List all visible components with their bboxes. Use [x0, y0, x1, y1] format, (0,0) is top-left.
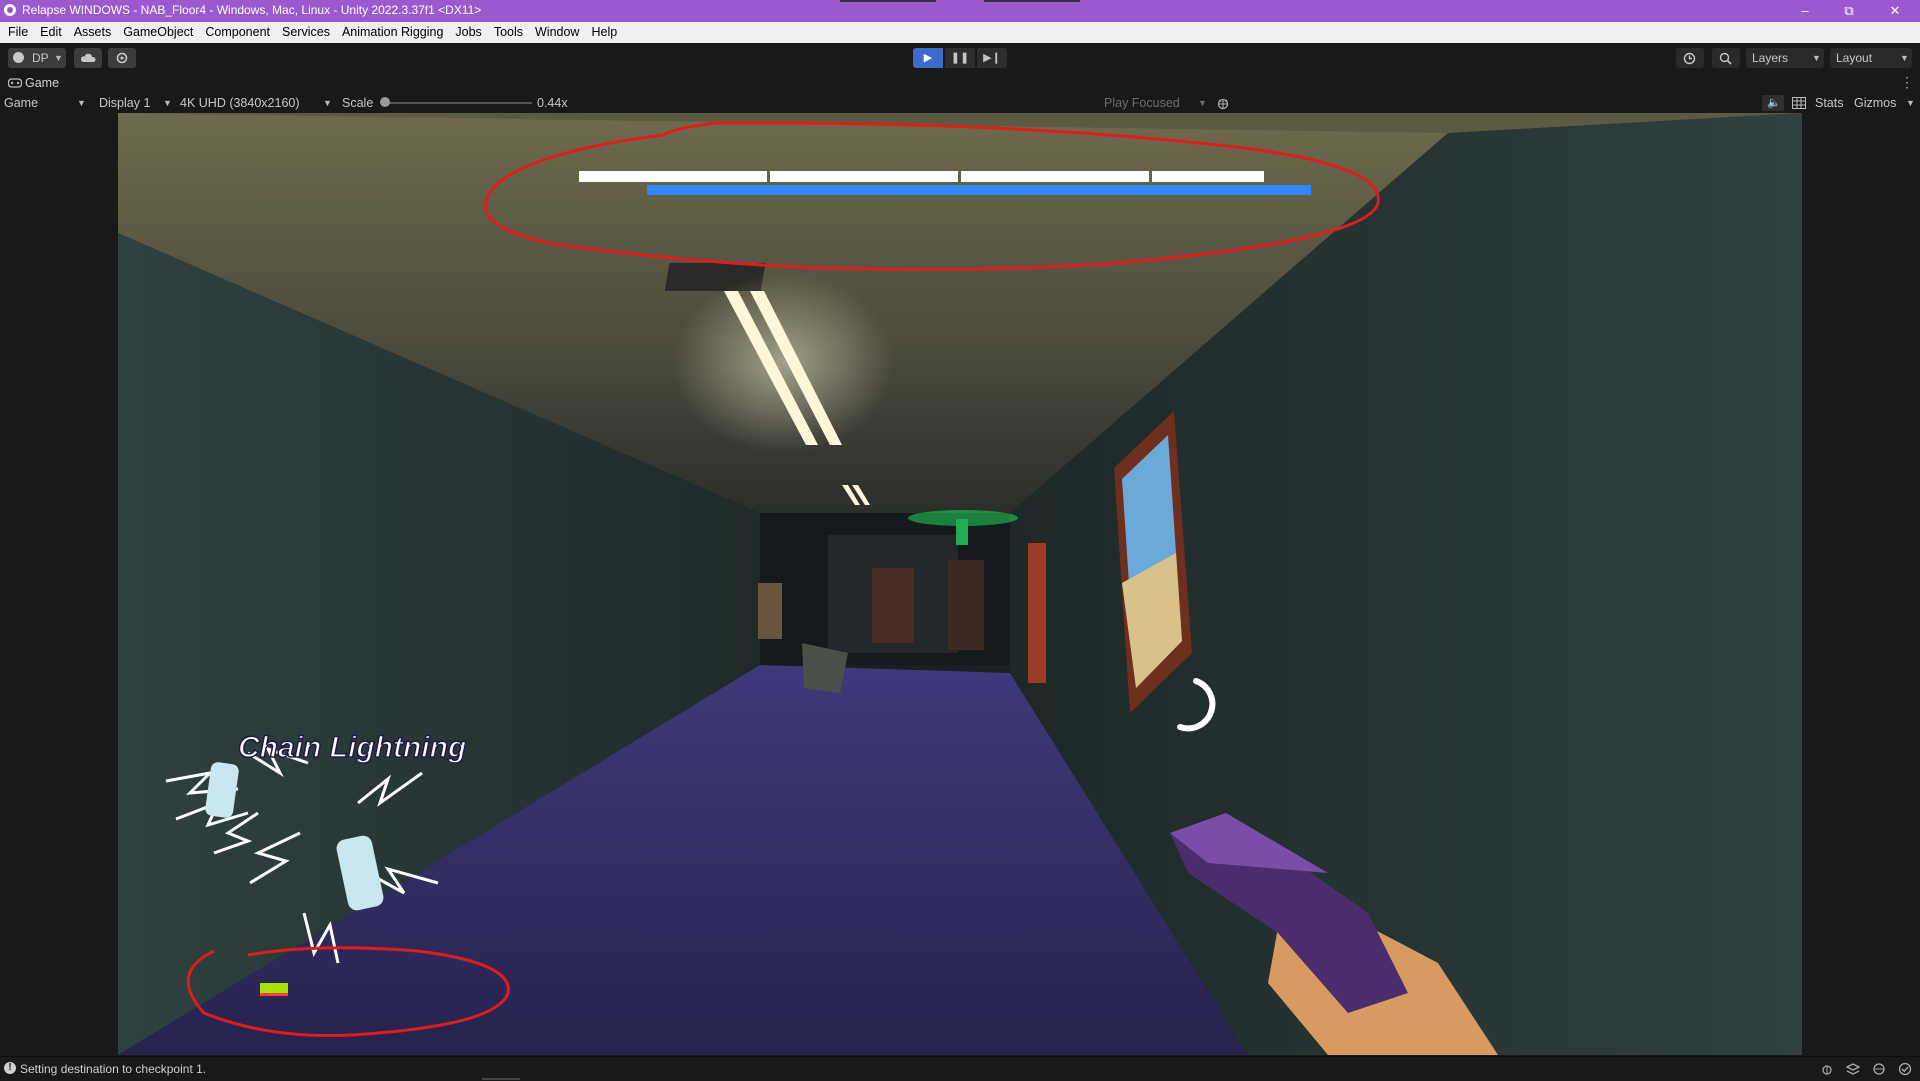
undo-history-button[interactable] [1676, 48, 1704, 68]
check-icon[interactable] [1898, 1062, 1912, 1076]
menu-file[interactable]: File [0, 22, 34, 43]
health-segment [1152, 171, 1264, 182]
menubar: File Edit Assets GameObject Component Service… [0, 22, 1920, 43]
exit-sign [956, 519, 968, 545]
cloud-button[interactable] [74, 48, 102, 68]
chevron-down-icon: ▼ [1812, 53, 1821, 63]
health-segment [579, 171, 767, 182]
menu-services[interactable]: Services [276, 22, 336, 43]
unity-app-icon [4, 4, 16, 16]
window-titlebar[interactable]: Relapse WINDOWS - NAB_Floor4 - Windows, … [0, 0, 1920, 22]
menu-animation-rigging[interactable]: Animation Rigging [336, 22, 449, 43]
collab-button[interactable] [108, 48, 136, 68]
play-mode-label: Play Focused [1104, 96, 1180, 110]
aspect-grid-icon[interactable] [1792, 97, 1806, 109]
tab-game-label: Game [25, 76, 60, 90]
restore-button[interactable]: ⧉ [1826, 0, 1872, 22]
close-icon: ✕ [1889, 3, 1901, 18]
more-options-icon[interactable]: ⋮ [1900, 74, 1914, 91]
bug-icon[interactable] [1216, 96, 1230, 110]
chevron-down-icon: ▼ [1900, 53, 1909, 63]
minimize-icon: – [1801, 3, 1809, 18]
health-segment [961, 171, 1149, 182]
gizmos-button[interactable]: Gizmos [1854, 93, 1896, 113]
menu-component[interactable]: Component [199, 22, 276, 43]
drag-indicator [840, 0, 936, 2]
audio-mute-button[interactable]: 🔈 [1762, 95, 1784, 111]
resolution-label: 4K UHD (3840x2160) [180, 96, 300, 110]
chevron-down-icon: ▼ [1198, 98, 1207, 108]
scale-value: 0.44x [537, 96, 568, 110]
menu-assets[interactable]: Assets [68, 22, 118, 43]
chevron-down-icon: ▼ [163, 98, 172, 108]
stacked-box [758, 583, 782, 639]
account-icon [13, 52, 24, 63]
game-scene: Chain Lightning [118, 113, 1802, 1055]
side-door [948, 560, 984, 650]
red-door-frame [1028, 543, 1046, 683]
view-type-dropdown[interactable]: Game ▼ [4, 93, 86, 113]
search-icon [1719, 52, 1732, 65]
chevron-down-icon: ▼ [54, 53, 63, 63]
console-message[interactable]: Setting destination to checkpoint 1. [20, 1062, 206, 1076]
window-title: Relapse WINDOWS - NAB_Floor4 - Windows, … [22, 3, 482, 17]
chevron-down-icon: ▼ [77, 98, 86, 108]
scale-slider-track[interactable] [384, 102, 532, 104]
main-toolbar: DP ▼ ▶ ❚❚ ▶❙ Layers ▼ Layout ▼ [0, 43, 1920, 73]
shield-bar [647, 185, 1311, 195]
stats-button[interactable]: Stats [1815, 93, 1844, 113]
layers-dropdown[interactable]: Layers ▼ [1746, 48, 1824, 68]
restore-icon: ⧉ [1844, 3, 1854, 18]
stamina-bar [260, 983, 288, 993]
resolution-dropdown[interactable]: 4K UHD (3840x2160) ▼ [180, 93, 334, 113]
network-icon[interactable] [1872, 1062, 1886, 1076]
settings-icon [116, 52, 128, 64]
menu-gameobject[interactable]: GameObject [117, 22, 199, 43]
game-window-tab[interactable]: Game ⋮ [0, 73, 1920, 94]
close-button[interactable]: ✕ [1872, 0, 1918, 22]
stamina-bar-accent [260, 993, 288, 996]
pause-icon: ❚❚ [950, 52, 970, 64]
status-bar: ! Setting destination to checkpoint 1. [0, 1056, 1920, 1081]
display-label: Display 1 [99, 96, 151, 110]
layers-icon[interactable] [1846, 1062, 1860, 1076]
cloud-icon [81, 53, 96, 62]
ability-name: Chain Lightning [238, 731, 466, 764]
layers-label: Layers [1752, 51, 1789, 65]
play-button[interactable]: ▶ [913, 48, 943, 68]
account-dropdown[interactable]: DP ▼ [8, 48, 66, 68]
step-button[interactable]: ▶❙ [977, 48, 1007, 68]
scale-label: Scale [342, 96, 374, 110]
history-icon [1683, 52, 1696, 65]
step-icon: ▶❙ [983, 52, 1001, 64]
pause-button[interactable]: ❚❚ [945, 48, 975, 68]
play-icon: ▶ [923, 52, 933, 64]
speaker-icon: 🔈 [1767, 97, 1781, 109]
display-dropdown[interactable]: Display 1 ▼ [99, 93, 173, 113]
chevron-down-icon: ▼ [323, 98, 332, 108]
drag-indicator [984, 0, 1080, 2]
layout-dropdown[interactable]: Layout ▼ [1830, 48, 1912, 68]
menu-jobs[interactable]: Jobs [449, 22, 487, 43]
gamepad-icon [8, 78, 22, 88]
game-viewport[interactable]: Chain Lightning [118, 113, 1802, 1055]
bug-icon[interactable] [1820, 1062, 1834, 1076]
view-type-label: Game [4, 96, 39, 110]
far-door [872, 568, 914, 643]
minimize-button[interactable]: – [1782, 0, 1828, 22]
game-view-controls: Game ▼ Display 1 ▼ 4K UHD (3840x2160) ▼ … [0, 93, 1920, 113]
chevron-down-icon[interactable]: ▼ [1906, 98, 1915, 108]
play-mode-dropdown[interactable]: Play Focused ▼ [1104, 93, 1208, 113]
account-label: DP [32, 51, 49, 65]
health-segment [770, 171, 958, 182]
menu-tools[interactable]: Tools [488, 22, 529, 43]
scale-slider-thumb[interactable] [380, 97, 390, 107]
menu-window[interactable]: Window [529, 22, 585, 43]
info-icon: ! [4, 1062, 16, 1074]
layout-label: Layout [1836, 51, 1873, 65]
menu-help[interactable]: Help [585, 22, 623, 43]
menu-edit[interactable]: Edit [34, 22, 68, 43]
search-button[interactable] [1712, 48, 1740, 68]
